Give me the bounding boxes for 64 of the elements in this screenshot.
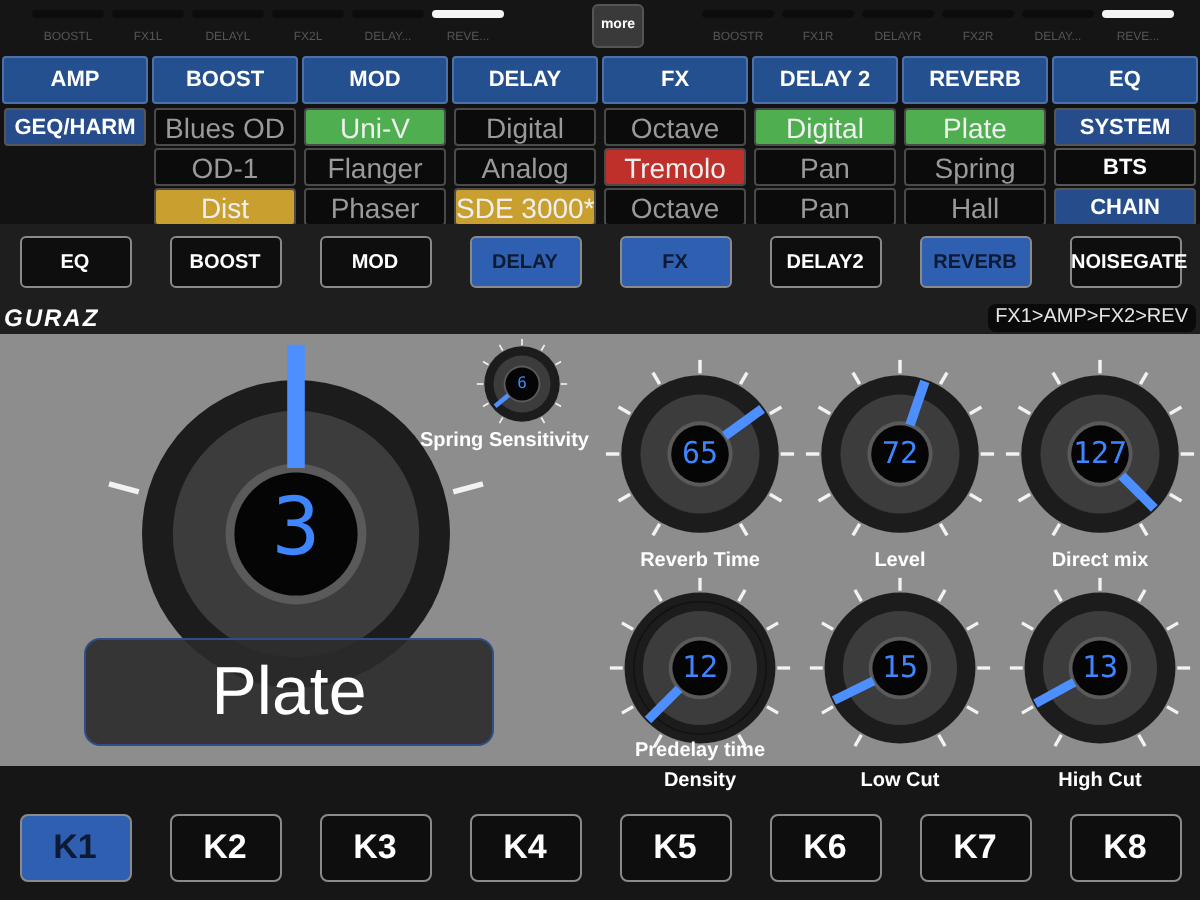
preset-button[interactable]: Digital bbox=[454, 108, 596, 146]
knob-value: 65 bbox=[681, 439, 719, 469]
knob-pointer[interactable] bbox=[493, 393, 510, 409]
channel-slider[interactable] bbox=[1102, 10, 1174, 18]
knob-label: Reverb Time bbox=[640, 548, 760, 576]
preset-button[interactable]: OD-1 bbox=[154, 148, 296, 186]
preset-button[interactable]: Blues OD bbox=[154, 108, 296, 146]
preset-button[interactable]: Spring bbox=[904, 148, 1046, 186]
knob-value: 13 bbox=[1081, 653, 1119, 683]
knob-pointer[interactable] bbox=[905, 379, 930, 427]
preset-button[interactable]: Phaser bbox=[304, 188, 446, 226]
knob-pointer[interactable] bbox=[644, 685, 683, 724]
preset-button[interactable]: Hall bbox=[904, 188, 1046, 226]
key-button[interactable]: K8 bbox=[1069, 813, 1181, 881]
column-header[interactable]: DELAY 2 bbox=[752, 56, 898, 104]
column-header[interactable]: EQ bbox=[1052, 56, 1198, 104]
key-button[interactable]: K2 bbox=[169, 813, 281, 881]
menu-button[interactable]: SYSTEM bbox=[1054, 108, 1196, 146]
key-button[interactable]: K4 bbox=[469, 813, 581, 881]
column-header[interactable]: FX bbox=[602, 56, 748, 104]
key-button[interactable]: K6 bbox=[769, 813, 881, 881]
key-button[interactable]: K3 bbox=[319, 813, 431, 881]
knob-label: Direct mix bbox=[1051, 548, 1149, 576]
column-header[interactable]: AMP bbox=[2, 56, 148, 104]
preset-button[interactable]: Octave bbox=[604, 188, 746, 226]
logo: GURAZ bbox=[2, 301, 100, 335]
preset-name-display: Plate bbox=[84, 638, 494, 746]
knob-label: Spring Sensitivity bbox=[420, 428, 589, 456]
menu-button[interactable]: BTS bbox=[1054, 148, 1196, 186]
effect-button[interactable]: EQ bbox=[19, 236, 131, 288]
signal-chain-label: FX1>AMP>FX2>REV bbox=[987, 303, 1196, 331]
effect-button[interactable]: MOD bbox=[319, 236, 431, 288]
column-header[interactable]: REVERB bbox=[902, 56, 1048, 104]
knob-label: Low Cut bbox=[858, 768, 942, 796]
knob-pointer[interactable] bbox=[1118, 472, 1158, 512]
menu-button[interactable]: GEQ/HARM bbox=[4, 108, 146, 146]
effect-button[interactable]: DELAY2 bbox=[769, 236, 881, 288]
preset-button[interactable]: Analog bbox=[454, 148, 596, 186]
preset-button[interactable]: Pan bbox=[754, 148, 896, 186]
knob-pointer[interactable] bbox=[831, 676, 876, 705]
knob-value: 3 bbox=[271, 488, 321, 568]
knob-value: 6 bbox=[517, 376, 527, 392]
knob-value: 72 bbox=[881, 439, 919, 469]
preset-button[interactable]: Tremolo bbox=[604, 148, 746, 186]
preset-button[interactable]: Pan bbox=[754, 188, 896, 226]
preset-button[interactable]: Flanger bbox=[304, 148, 446, 186]
knob-label: Density bbox=[661, 768, 739, 796]
knob-value: 127 bbox=[1072, 439, 1128, 469]
knob-label: Level bbox=[874, 548, 926, 576]
knob-pointer[interactable] bbox=[1033, 678, 1077, 708]
knob-pointer[interactable] bbox=[722, 405, 765, 440]
menu-button[interactable]: CHAIN bbox=[1054, 188, 1196, 226]
column-header[interactable]: DELAY bbox=[452, 56, 598, 104]
knob-label: High Cut bbox=[1056, 768, 1144, 796]
knob-label: Predelay time bbox=[634, 738, 766, 766]
effect-button[interactable]: BOOST bbox=[169, 236, 281, 288]
key-button[interactable]: K5 bbox=[619, 813, 731, 881]
knob-value: 15 bbox=[881, 653, 919, 683]
preset-button[interactable]: Octave bbox=[604, 108, 746, 146]
channel-slider[interactable] bbox=[432, 10, 504, 18]
knob-value: 12 bbox=[681, 653, 719, 683]
column-header[interactable]: BOOST bbox=[152, 56, 298, 104]
key-button[interactable]: K7 bbox=[919, 813, 1031, 881]
column-header[interactable]: MOD bbox=[302, 56, 448, 104]
